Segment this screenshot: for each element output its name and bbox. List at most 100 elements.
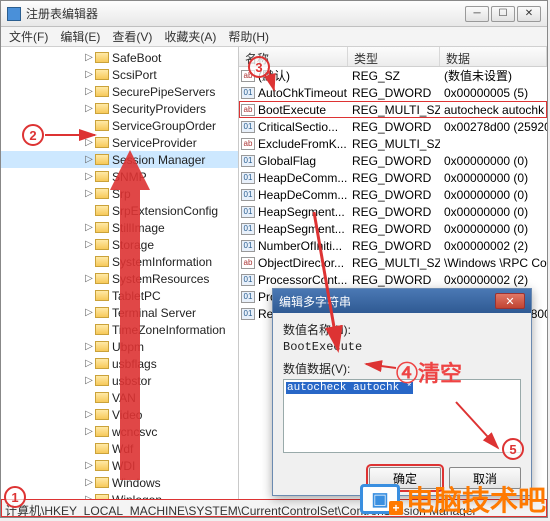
expand-icon[interactable]: ▷ (83, 222, 95, 233)
tree-item[interactable]: SrpExtensionConfig (1, 202, 238, 219)
expand-icon[interactable]: ▷ (83, 341, 95, 352)
value-type: REG_DWORD (348, 239, 440, 253)
value-row[interactable]: 01HeapSegment...REG_DWORD0x00000000 (0) (239, 220, 547, 237)
tree-item[interactable]: VAN (1, 389, 238, 406)
folder-icon (95, 154, 109, 165)
col-name[interactable]: 名称 (239, 47, 348, 66)
tree-label: TabletPC (112, 289, 161, 303)
dialog-close-button[interactable]: ✕ (495, 293, 525, 309)
tree-item[interactable]: SystemInformation (1, 253, 238, 270)
tree-item[interactable]: ▷SNMP (1, 168, 238, 185)
expand-icon[interactable]: ▷ (83, 477, 95, 488)
tree-item[interactable]: ▷usbflags (1, 355, 238, 372)
tree-item[interactable]: ▷ServiceProvider (1, 134, 238, 151)
close-button[interactable]: ✕ (517, 6, 541, 22)
tree-item[interactable]: ▷SystemResources (1, 270, 238, 287)
expand-icon[interactable]: ▷ (83, 426, 95, 437)
tree-item[interactable]: ▷Windows (1, 474, 238, 491)
expand-icon[interactable]: ▷ (83, 358, 95, 369)
tree-item[interactable]: ▷ Storage (1, 236, 238, 253)
expand-icon[interactable]: ▷ (83, 460, 95, 471)
value-type: REG_DWORD (348, 273, 440, 287)
value-row[interactable]: abBootExecuteREG_MULTI_SZautocheck autoc… (239, 101, 547, 118)
value-row[interactable]: ab(默认)REG_SZ(数值未设置) (239, 67, 547, 84)
tree-item[interactable]: ▷Session Manager (1, 151, 238, 168)
expand-icon[interactable]: ▷ (83, 103, 95, 114)
watermark: ▣ 电脑技术吧 (360, 479, 546, 519)
expand-icon[interactable]: ▷ (83, 273, 95, 284)
value-row[interactable]: 01HeapSegment...REG_DWORD0x00000000 (0) (239, 203, 547, 220)
value-data: autocheck autochk * (440, 103, 547, 117)
tree-item[interactable]: ▷Winlogon (1, 491, 238, 499)
tree-item[interactable]: Wdf (1, 440, 238, 457)
expand-icon[interactable]: ▷ (83, 494, 95, 499)
tree-item[interactable]: ▷usbstor (1, 372, 238, 389)
value-type: REG_DWORD (348, 171, 440, 185)
menu-favorites[interactable]: 收藏夹(A) (164, 28, 216, 45)
tree-item[interactable]: ▷Video (1, 406, 238, 423)
value-row[interactable]: abExcludeFromK...REG_MULTI_SZ (239, 135, 547, 152)
maximize-button[interactable]: ☐ (491, 6, 515, 22)
menu-view[interactable]: 查看(V) (112, 28, 152, 45)
expand-icon[interactable]: ▷ (83, 307, 95, 318)
value-type-icon: 01 (241, 172, 255, 184)
tree-item[interactable]: ▷SecurityProviders (1, 100, 238, 117)
tree-item[interactable]: TabletPC (1, 287, 238, 304)
value-type-icon: 01 (241, 223, 255, 235)
menu-edit[interactable]: 编辑(E) (60, 28, 100, 45)
tree-item[interactable]: ▷Terminal Server (1, 304, 238, 321)
expand-icon[interactable]: ▷ (83, 154, 95, 165)
value-type-icon: 01 (241, 206, 255, 218)
value-type-icon: 01 (241, 240, 255, 252)
value-row[interactable]: 01CriticalSectio...REG_DWORD0x00278d00 (… (239, 118, 547, 135)
folder-icon (95, 392, 109, 403)
value-name: GlobalFlag (258, 154, 316, 168)
tree-label: WDI (112, 459, 135, 473)
col-data[interactable]: 数据 (440, 47, 547, 66)
value-row[interactable]: 01GlobalFlagREG_DWORD0x00000000 (0) (239, 152, 547, 169)
expand-icon[interactable]: ▷ (83, 375, 95, 386)
value-data: 0x00000002 (2) (440, 273, 547, 287)
dialog-title: 编辑多字符串 (279, 293, 351, 310)
folder-icon (95, 256, 109, 267)
expand-icon[interactable]: ▷ (83, 409, 95, 420)
expand-icon[interactable]: ▷ (83, 171, 95, 182)
value-type-icon: ab (241, 104, 255, 116)
value-row[interactable]: 01ProcessorCont...REG_DWORD0x00000002 (2… (239, 271, 547, 288)
tree-label: Storage (112, 238, 154, 252)
expand-icon[interactable]: ▷ (83, 69, 95, 80)
folder-icon (95, 375, 109, 386)
value-type-icon: ab (241, 257, 255, 269)
value-row[interactable]: 01HeapDeComm...REG_DWORD0x00000000 (0) (239, 186, 547, 203)
tree-item[interactable]: ▷ SecurePipeServers (1, 83, 238, 100)
expand-icon[interactable]: ▷ (83, 188, 95, 199)
expand-icon[interactable]: ▷ (83, 86, 95, 97)
tree-item[interactable]: ServiceGroupOrder (1, 117, 238, 134)
menu-file[interactable]: 文件(F) (9, 28, 48, 45)
value-row[interactable]: 01HeapDeComm...REG_DWORD0x00000000 (0) (239, 169, 547, 186)
value-row[interactable]: abObjectDirector...REG_MULTI_SZ\Windows … (239, 254, 547, 271)
value-type-icon: ab (241, 138, 255, 150)
value-name: NumberOfIniti... (258, 239, 342, 253)
minimize-button[interactable]: ─ (465, 6, 489, 22)
value-data-textarea[interactable]: autocheck autochk * (283, 379, 521, 453)
value-row[interactable]: 01NumberOfIniti...REG_DWORD0x00000002 (2… (239, 237, 547, 254)
folder-icon (95, 426, 109, 437)
tree-item[interactable]: ▷SafeBoot (1, 49, 238, 66)
tree-item[interactable]: ▷Srp (1, 185, 238, 202)
value-name: BootExecute (258, 103, 326, 117)
expand-icon[interactable]: ▷ (83, 137, 95, 148)
col-type[interactable]: 类型 (348, 47, 440, 66)
tree-item[interactable]: ▷ScsiPort (1, 66, 238, 83)
tree-item[interactable]: ▷Ubpm (1, 338, 238, 355)
tree-item[interactable]: TimeZoneInformation (1, 321, 238, 338)
value-row[interactable]: 01AutoChkTimeoutREG_DWORD0x00000005 (5) (239, 84, 547, 101)
tree-item[interactable]: ▷ WDI (1, 457, 238, 474)
tree-label: SecurePipeServers (112, 85, 215, 99)
tree-pane[interactable]: ▷SafeBoot▷ScsiPort▷SecurePipeServers▷Sec… (1, 47, 239, 499)
menu-help[interactable]: 帮助(H) (228, 28, 269, 45)
expand-icon[interactable]: ▷ (83, 52, 95, 63)
tree-item[interactable]: ▷wcncsvc (1, 423, 238, 440)
expand-icon[interactable]: ▷ (83, 239, 95, 250)
tree-item[interactable]: ▷StillImage (1, 219, 238, 236)
